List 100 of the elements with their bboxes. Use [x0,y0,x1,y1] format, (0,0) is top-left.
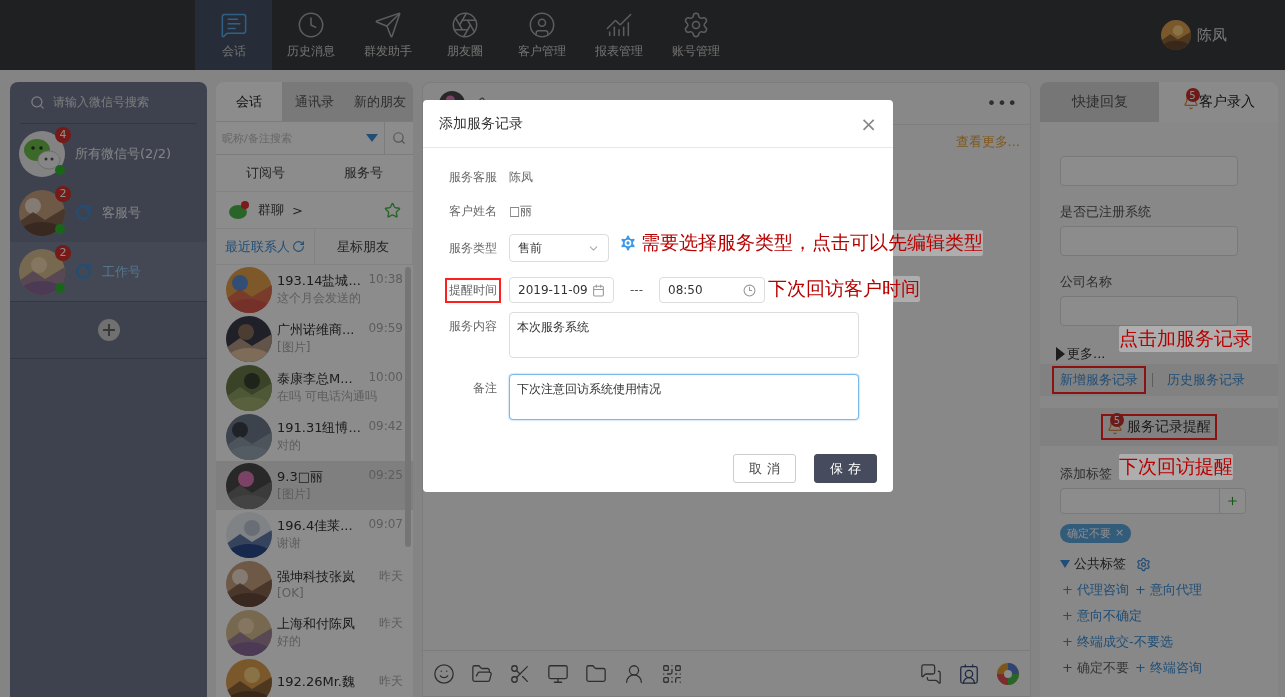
tag-link[interactable]: + 意向不确定 [1062,607,1143,625]
add-icon[interactable] [97,319,120,341]
nav-tab[interactable]: 历史消息 [272,0,349,70]
tag-link[interactable]: + 终端成交-不要选 [1062,633,1173,651]
contact-name: 泰康李总M... [277,370,353,388]
service-record-link[interactable]: 历史服务记录 [1159,366,1253,394]
more-menu[interactable]: ••• [986,94,1018,113]
online-dot [55,223,65,234]
save-button[interactable]: 保 存 [814,454,877,483]
contact-name: 193.14盐城... [277,272,361,290]
sync-icon [75,204,92,221]
color-wheel-icon[interactable] [996,661,1020,686]
field-label: 是否已注册系统 [1060,204,1151,220]
count-badge: 5 [1110,413,1124,427]
aperture-icon [450,10,479,39]
category-link[interactable]: 订阅号 [245,164,285,182]
user-icon [527,10,556,39]
contacts-tab[interactable]: 会话 [216,82,282,121]
nav-tab[interactable]: 朋友圈 [426,0,503,70]
field-label: 服务内容 [448,318,498,335]
refresh-icon [291,240,305,253]
contact-name: 9.3□丽 [277,468,323,486]
scissors-icon[interactable] [509,662,531,685]
arrow-glyph: > [292,202,303,218]
nav-tab[interactable]: 客户管理 [503,0,580,70]
annotation-text: 下次回访提醒 [1119,454,1233,480]
range-separator: --- [630,283,643,297]
collapse-icon[interactable] [1060,560,1070,568]
contacts-tab[interactable]: 通讯录 [281,82,348,121]
tag-field[interactable] [1060,488,1246,514]
annotation-text: 需要选择服务类型，点击可以先编辑类型 [641,230,983,256]
text-area[interactable]: 下次注意回访系统使用情况 [509,374,859,420]
contacts-subtab[interactable]: 星标朋友 [314,229,413,264]
contact-name: 192.26Mr.魏 [277,672,355,691]
reminder-button[interactable]: 5 服务记录提醒 [1101,414,1217,440]
annotation-text: 点击加服务记录 [1119,326,1252,352]
field-label: 提醒时间 [445,277,501,303]
unread-badge: 2 [55,185,71,202]
online-dot [55,164,65,175]
text-area[interactable]: 本次服务系统 [509,312,859,358]
field-label: 服务类型 [448,239,498,257]
dropdown-icon[interactable] [366,134,378,142]
count-badge: 5 [1185,88,1200,102]
clock-icon [296,10,325,39]
qr-code-icon[interactable] [661,662,683,685]
nav-tab[interactable]: 报表管理 [580,0,657,70]
time-field[interactable]: 08:50 [659,277,765,303]
field-label: 备注 [472,380,498,397]
contact-card-icon[interactable] [958,662,980,685]
contact-name: 上海和付陈凤 [277,615,355,633]
dialog-title: 添加服务记录 [439,114,523,133]
service-record-link[interactable]: 新增服务记录 [1052,366,1146,394]
folder-icon[interactable] [585,662,607,685]
group-chat-icon [228,201,250,219]
remove-tag[interactable]: × [1115,526,1125,541]
tag-link[interactable]: + 意向代理 [1135,581,1203,599]
group-chat-label[interactable]: 群聊 [258,201,284,219]
user-name: 陈凤 [1197,25,1227,45]
calendar-icon [592,283,605,297]
clock-icon [743,283,756,297]
nav-tab[interactable]: 账号管理 [657,0,734,70]
date-field[interactable]: 2019-11-09 [509,277,614,303]
field-label: 服务客服 [448,168,498,186]
contact-name: 196.4佳莱... [277,517,353,535]
nav-tab[interactable]: 会话 [195,0,272,70]
field-value: □丽 [509,202,533,220]
folder-open-icon[interactable] [471,662,493,685]
paper-plane-icon [373,10,402,39]
search-icon[interactable] [392,131,406,145]
triangle-icon [1056,347,1065,361]
annotation-text: 下次回访客户时间 [768,276,920,302]
contact-name: 191.31纽博... [277,419,361,437]
tag-chip: 确定不要 × [1060,524,1132,543]
nav-tab[interactable]: 群发助手 [349,0,426,70]
emoji-icon[interactable] [433,662,455,685]
cancel-button[interactable]: 取 消 [733,454,796,483]
star-icon[interactable] [384,201,401,219]
tag-link[interactable]: + 确定不要 [1062,659,1130,677]
contacts-subtab[interactable]: 最近联系人 [216,229,315,264]
tag-link[interactable]: + 终端咨询 [1135,659,1203,677]
category-link[interactable]: 服务号 [344,164,384,182]
field-value: 陈凤 [509,168,533,186]
service-type-select[interactable]: 售前 [509,234,609,262]
contact-name: 强坤科技张岚 [277,567,355,586]
unread-badge: 4 [55,126,71,143]
close-button[interactable]: × [860,111,877,136]
field-label: 公司名称 [1060,274,1112,290]
field-label: 添加标签 [1060,466,1112,482]
messages-icon[interactable] [920,662,942,685]
person-icon[interactable] [623,662,645,685]
monitor-icon[interactable] [547,662,569,685]
tag-link[interactable]: + 代理咨询 [1062,581,1130,599]
search-icon [30,95,45,110]
settings-icon[interactable] [1136,556,1151,572]
chat-bubbles-icon [19,130,65,177]
text-field[interactable] [1060,296,1238,326]
contacts-tab[interactable]: 新的朋友 [347,82,413,121]
section-title: 公共标签 [1074,555,1126,573]
account-item[interactable]: 4 所有微信号(2/2) [10,124,207,183]
panel-tab[interactable]: 快捷回复 [1040,82,1159,122]
